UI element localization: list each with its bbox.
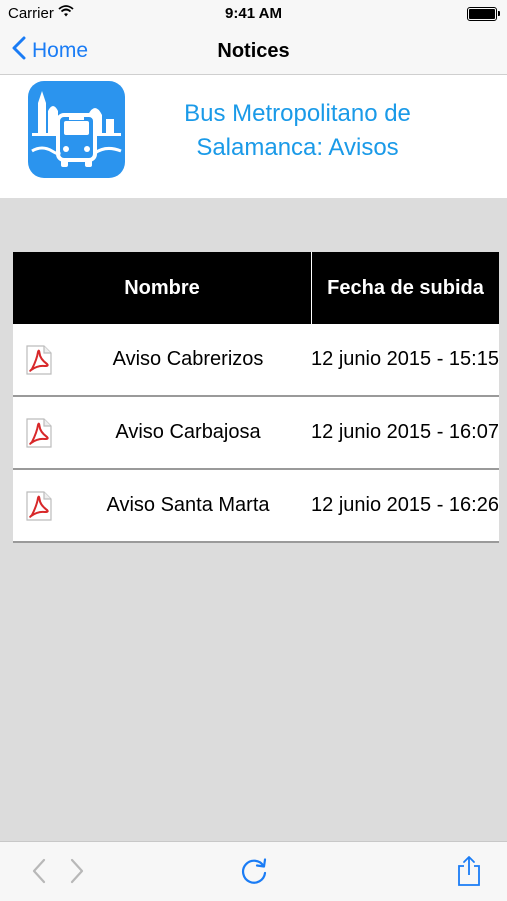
- clock: 9:41 AM: [225, 5, 282, 22]
- back-button-label: Home: [32, 39, 89, 62]
- banner-title: Bus Metropolitano de Salamanca: Avisos: [184, 100, 411, 161]
- share-icon[interactable]: [452, 854, 486, 888]
- notice-name: Aviso Carbajosa: [115, 421, 261, 443]
- column-header-date: Fecha de subida: [327, 277, 484, 299]
- back-arrow-icon[interactable]: [22, 854, 56, 888]
- table-row[interactable]: Aviso Carbajosa 12 junio 2015 - 16:07: [13, 397, 499, 470]
- notice-name: Aviso Santa Marta: [106, 494, 270, 516]
- notice-date: 12 junio 2015 - 15:15: [311, 348, 499, 370]
- notice-date: 12 junio 2015 - 16:07: [311, 421, 499, 443]
- notice-date: 12 junio 2015 - 16:26: [311, 494, 499, 516]
- pdf-icon: [13, 470, 65, 541]
- pdf-icon: [13, 397, 65, 468]
- bottom-toolbar: [0, 841, 507, 901]
- pdf-icon: [13, 324, 65, 395]
- header-banner: Bus Metropolitano de Salamanca: Avisos: [0, 75, 507, 198]
- navigation-bar: Home Notices: [0, 28, 507, 75]
- table-header: Nombre Fecha de subida: [13, 252, 499, 324]
- table-row[interactable]: Aviso Cabrerizos 12 junio 2015 - 15:15: [13, 324, 499, 397]
- column-header-name: Nombre: [13, 252, 312, 324]
- forward-arrow-icon[interactable]: [60, 854, 94, 888]
- chevron-left-icon: [12, 36, 32, 66]
- bus-logo-icon: [28, 81, 125, 178]
- notices-table: Nombre Fecha de subida Aviso Cabrerizos …: [13, 252, 499, 543]
- status-bar: Carrier 9:41 AM: [0, 0, 507, 28]
- back-button[interactable]: Home: [12, 28, 88, 74]
- refresh-icon[interactable]: [237, 854, 271, 888]
- notice-name: Aviso Cabrerizos: [112, 348, 264, 370]
- table-row[interactable]: Aviso Santa Marta 12 junio 2015 - 16:26: [13, 470, 499, 543]
- battery-icon: [467, 7, 500, 21]
